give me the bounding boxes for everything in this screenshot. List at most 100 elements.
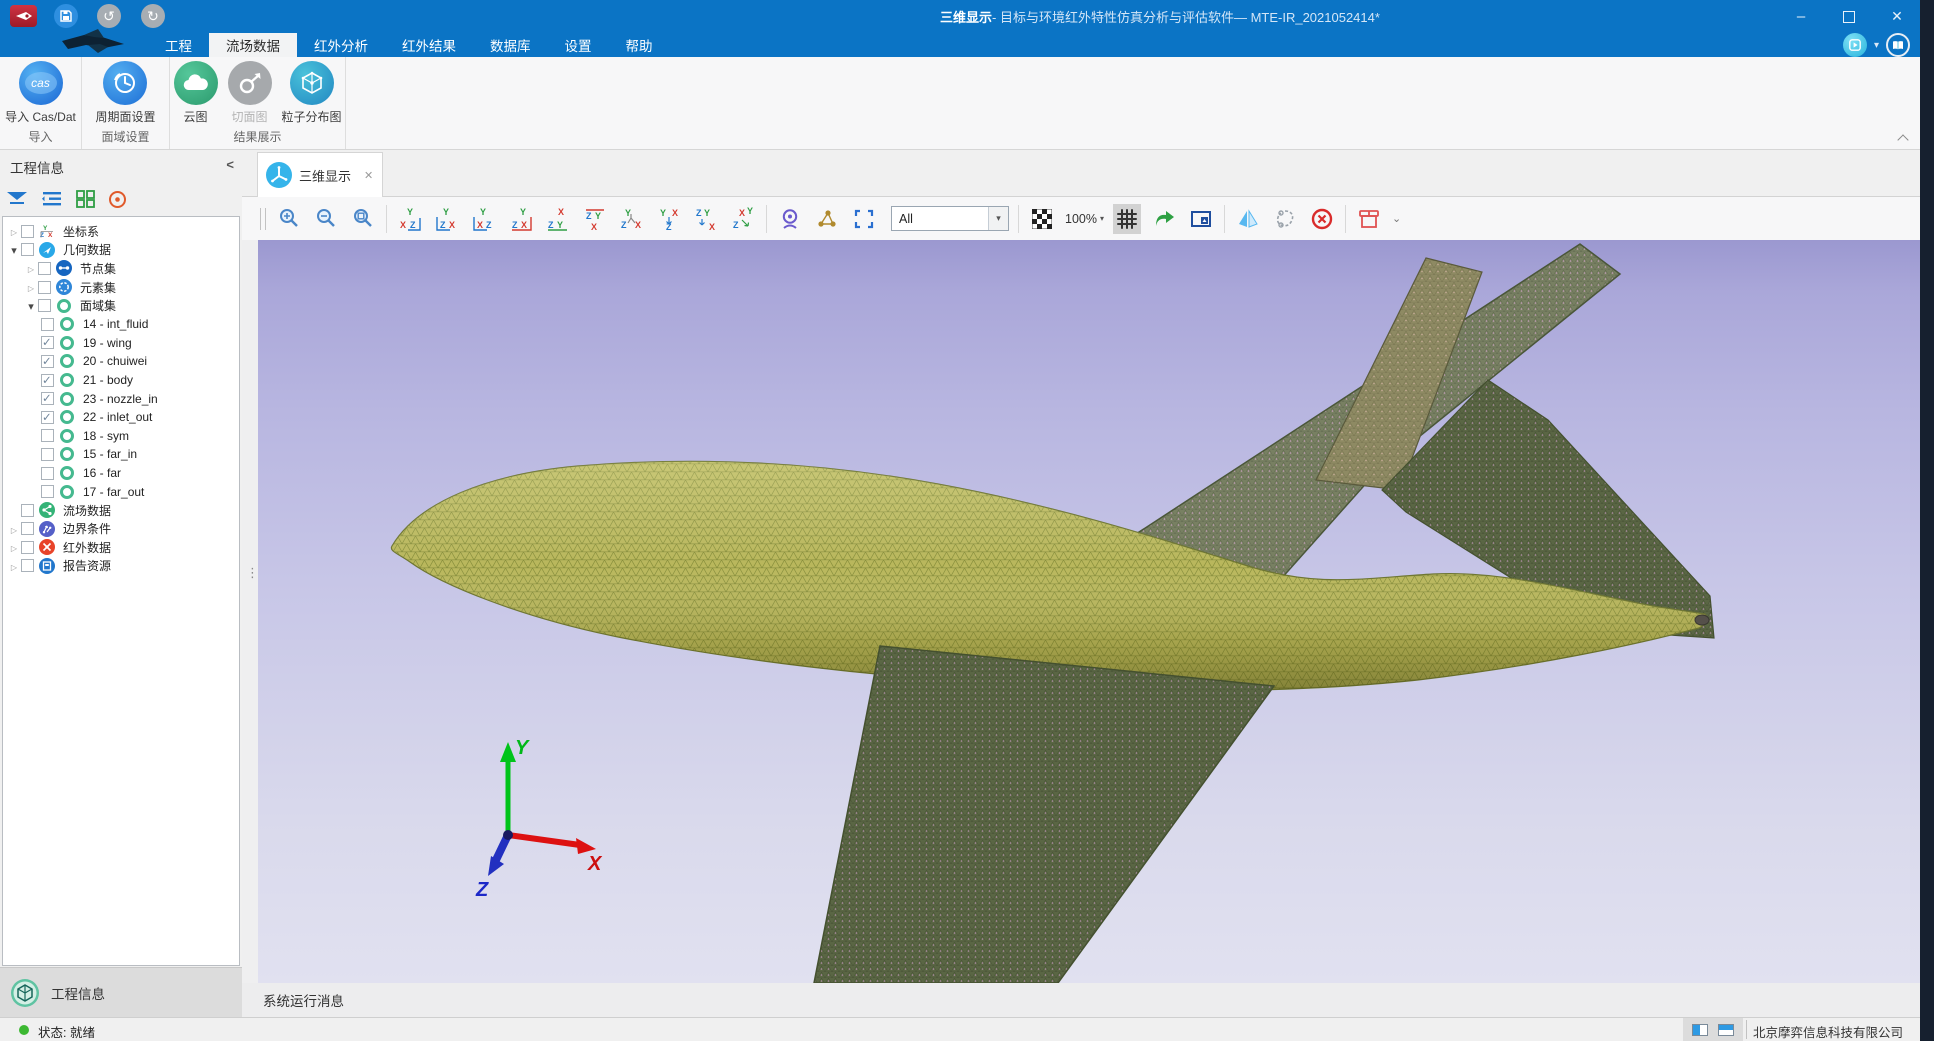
view-iso-1-icon[interactable]: Y XZ (618, 204, 646, 234)
toolbar-grip[interactable] (260, 208, 266, 230)
restore-button[interactable] (1826, 0, 1872, 33)
expander-icon[interactable] (7, 522, 21, 536)
checkbox[interactable] (21, 243, 34, 256)
lasso-button[interactable] (1271, 204, 1299, 234)
tree-item-geometry-data[interactable]: 几何数据 (3, 241, 239, 260)
view-front-icon[interactable]: Y XZ (396, 204, 424, 234)
layout-left-icon[interactable] (1692, 1024, 1708, 1036)
tree-item-element-set[interactable]: 元素集 (3, 278, 239, 297)
menu-item-database[interactable]: 数据库 (473, 33, 548, 57)
expander-icon[interactable] (24, 261, 38, 275)
tree-item-infrared-data[interactable]: 红外数据 (3, 538, 239, 557)
checkbox[interactable] (41, 411, 54, 424)
redo-button[interactable]: ↻ (141, 4, 165, 28)
collapse-list-icon[interactable] (41, 190, 63, 208)
tree-item-surface[interactable]: 16 - far (3, 464, 239, 483)
zoom-out-button[interactable] (312, 204, 340, 234)
checkbox[interactable] (21, 522, 34, 535)
import-cas-dat-button[interactable]: cas 导入 Cas/Dat (1, 61, 80, 125)
viewport-3d[interactable]: Y X Z (258, 240, 1920, 983)
tree-item-report-resources[interactable]: 报告资源 (3, 557, 239, 576)
view-iso-4-icon[interactable]: Z XY (729, 204, 757, 234)
checkbox[interactable] (41, 429, 54, 442)
particle-distribution-button[interactable]: 粒子分布图 (278, 61, 346, 125)
checkbox[interactable] (41, 374, 54, 387)
zoom-fit-button[interactable] (349, 204, 377, 234)
mirror-button[interactable] (1234, 204, 1262, 234)
ribbon-collapse-icon[interactable] (1898, 133, 1908, 143)
menu-item-infrared-analysis[interactable]: 红外分析 (297, 33, 385, 57)
checkbox[interactable] (21, 504, 34, 517)
expander-icon[interactable] (7, 540, 21, 554)
contour-plot-button[interactable]: 云图 (170, 61, 222, 125)
panel-collapse-icon[interactable]: < (226, 157, 234, 172)
menu-item-infrared-results[interactable]: 红外结果 (385, 33, 473, 57)
tree-item-surface[interactable]: 17 - far_out (3, 482, 239, 501)
molecule-button[interactable] (813, 204, 841, 234)
archive-box-button[interactable] (1355, 204, 1383, 234)
periodic-surface-button[interactable]: 周期面设置 (91, 61, 159, 125)
checkbox[interactable] (21, 225, 34, 238)
cancel-button[interactable] (1308, 204, 1336, 234)
grid-view-icon[interactable] (76, 190, 95, 208)
checkbox[interactable] (21, 559, 34, 572)
tab-close-icon[interactable]: ✕ (364, 169, 373, 182)
tree-item-surface[interactable]: 14 - int_fluid (3, 315, 239, 334)
close-button[interactable]: ✕ (1874, 0, 1920, 33)
tree-item-surface[interactable]: 23 - nozzle_in (3, 389, 239, 408)
tree-item-node-set[interactable]: 节点集 (3, 259, 239, 278)
select-box-button[interactable] (850, 204, 878, 234)
snapshot-button[interactable] (1187, 204, 1215, 234)
layout-top-icon[interactable] (1718, 1024, 1734, 1036)
filter-icon[interactable] (6, 190, 28, 208)
checkbox[interactable] (41, 467, 54, 480)
checkbox[interactable] (21, 541, 34, 554)
zoom-in-button[interactable] (275, 204, 303, 234)
checkbox[interactable] (38, 281, 51, 294)
checkbox[interactable] (41, 318, 54, 331)
view-back-icon[interactable]: Y ZX (433, 204, 461, 234)
tree-item-surface[interactable]: 21 - body (3, 371, 239, 390)
checkbox[interactable] (38, 299, 51, 312)
view-iso-3-icon[interactable]: Z YX (692, 204, 720, 234)
view-iso-2-icon[interactable]: Y XZ (655, 204, 683, 234)
minimize-button[interactable]: – (1778, 0, 1824, 33)
chevron-down-icon[interactable]: ▾ (1874, 40, 1879, 51)
tree-item-surface[interactable]: 15 - far_in (3, 445, 239, 464)
view-right-icon[interactable]: Y ZX (507, 204, 535, 234)
expander-icon[interactable] (7, 224, 21, 238)
tree-item-surface[interactable]: 18 - sym (3, 427, 239, 446)
tree-item-surface[interactable]: 20 - chuiwei (3, 352, 239, 371)
menu-item-help[interactable]: 帮助 (609, 33, 670, 57)
tree-item-surface-set[interactable]: 面域集 (3, 296, 239, 315)
target-icon[interactable] (108, 190, 127, 209)
expander-icon[interactable] (7, 243, 21, 257)
perspective-camera-button[interactable] (776, 204, 804, 234)
checkbox[interactable] (38, 262, 51, 275)
checkbox[interactable] (41, 355, 54, 368)
menu-item-engineering[interactable]: 工程 (148, 33, 209, 57)
expander-icon[interactable] (7, 559, 21, 573)
tree-item-surface[interactable]: 19 - wing (3, 334, 239, 353)
tab-3d-view[interactable]: 三维显示 ✕ (257, 152, 383, 197)
opacity-dropdown[interactable]: 100% ▾ (1065, 212, 1104, 226)
view-bottom-icon[interactable]: ZY X (581, 204, 609, 234)
tree-item-surface[interactable]: 22 - inlet_out (3, 408, 239, 427)
menu-item-settings[interactable]: 设置 (548, 33, 609, 57)
panel-splitter[interactable]: ⋮⋮ (242, 240, 258, 983)
tree-item-boundary-conditions[interactable]: 边界条件 (3, 520, 239, 539)
chevron-down-icon[interactable]: ⌄ (1392, 212, 1401, 225)
app-logo-button[interactable] (10, 5, 37, 27)
checkbox[interactable] (41, 392, 54, 405)
checkbox[interactable] (41, 336, 54, 349)
view-left-icon[interactable]: Y XZ (470, 204, 498, 234)
combobox-arrow-icon[interactable]: ▾ (988, 207, 1008, 230)
export-arrow-button[interactable] (1150, 204, 1178, 234)
tree-item-coordinate-system[interactable]: Y Z X 坐标系 (3, 222, 239, 241)
expander-icon[interactable] (24, 280, 38, 294)
tree-item-flowfield-data[interactable]: 流场数据 (3, 501, 239, 520)
expander-icon[interactable] (24, 299, 38, 313)
checkbox[interactable] (41, 485, 54, 498)
help-book-button[interactable] (1886, 33, 1910, 57)
checkbox[interactable] (41, 448, 54, 461)
